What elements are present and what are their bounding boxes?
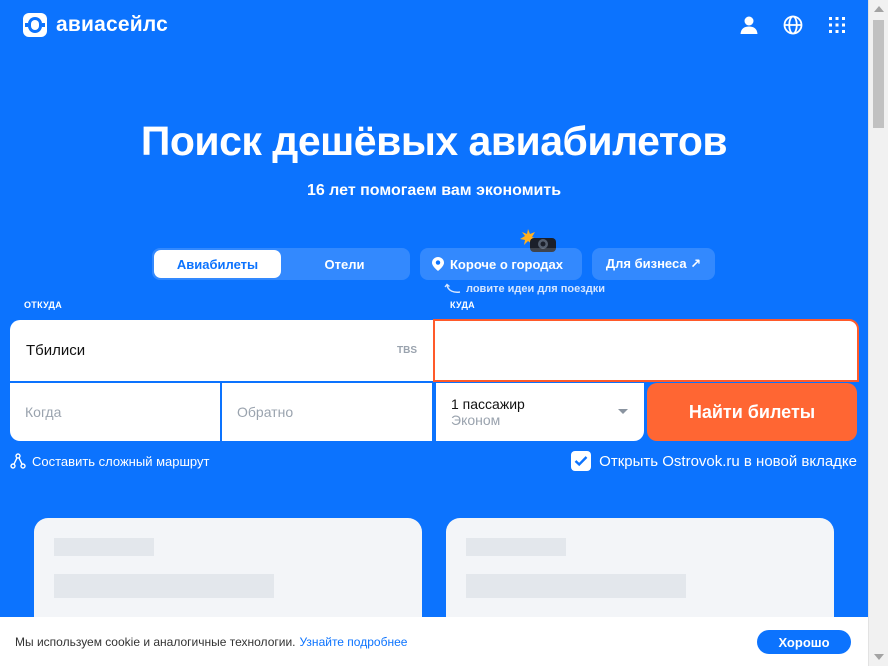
- cities-chip-label: Короче о городах: [450, 256, 563, 272]
- ostrovok-checkbox[interactable]: Открыть Ostrovok.ru в новой вкладке: [571, 451, 857, 471]
- logo-text: авиасейлс: [56, 13, 168, 36]
- tab-hotels[interactable]: Отели: [281, 250, 408, 278]
- logo[interactable]: авиасейлс: [22, 12, 168, 38]
- return-date-field[interactable]: Обратно: [222, 383, 432, 441]
- check-icon: [574, 456, 588, 467]
- header-actions: [738, 14, 848, 36]
- cabin-class: Эконом: [451, 412, 501, 428]
- cookie-learn-more-link[interactable]: Узнайте подробнее: [299, 635, 407, 649]
- tab-flights[interactable]: Авиабилеты: [154, 250, 281, 278]
- return-date-placeholder: Обратно: [237, 404, 294, 420]
- cities-chip[interactable]: Короче о городах: [420, 248, 582, 280]
- user-icon[interactable]: [738, 14, 760, 36]
- product-tabs: Авиабилеты Отели: [152, 248, 410, 280]
- skeleton-line: [54, 538, 154, 556]
- globe-icon[interactable]: [782, 14, 804, 36]
- origin-field[interactable]: Тбилиси TBS: [10, 320, 433, 381]
- cookie-text: Мы используем cookie и аналогичные техно…: [15, 634, 296, 649]
- to-label: КУДА: [450, 300, 475, 310]
- skeleton-line: [466, 574, 686, 598]
- checkbox[interactable]: [571, 451, 592, 471]
- business-chip[interactable]: Для бизнеса ↗: [592, 248, 715, 280]
- departure-date-field[interactable]: Когда: [10, 383, 220, 441]
- curved-arrow-icon: [444, 283, 461, 293]
- ostrovok-label: Открыть Ostrovok.ru в новой вкладке: [599, 452, 857, 470]
- complex-route-link[interactable]: Составить сложный маршрут: [10, 453, 209, 469]
- route-icon: [10, 453, 26, 469]
- chevron-down-icon: [618, 409, 628, 414]
- scroll-down-icon[interactable]: [874, 654, 884, 660]
- business-chip-label: Для бизнеса ↗: [605, 256, 702, 271]
- destination-field[interactable]: [433, 319, 859, 382]
- complex-route-label: Составить сложный маршрут: [32, 453, 210, 469]
- scrollbar-thumb[interactable]: [873, 20, 884, 128]
- departure-date-placeholder: Когда: [25, 404, 62, 420]
- passengers-select[interactable]: 1 пассажир Эконом: [434, 383, 644, 441]
- apps-grid-icon[interactable]: [826, 14, 848, 36]
- cities-hint-text: ловите идеи для поездки: [466, 283, 605, 295]
- skeleton-line: [466, 538, 566, 556]
- cookie-banner: Мы используем cookie и аналогичные техно…: [0, 617, 868, 666]
- page-title: Поиск дешёвых авиабилетов: [140, 118, 728, 164]
- scroll-up-icon[interactable]: [874, 6, 884, 12]
- page-subtitle: 16 лет помогаем вам экономить: [306, 182, 562, 199]
- origin-value: Тбилиси: [26, 342, 86, 359]
- cities-hint: ловите идеи для поездки: [444, 283, 605, 295]
- from-label: ОТКУДА: [24, 300, 63, 310]
- logo-icon: [23, 13, 47, 37]
- page: авиасейлс Поиск дешёвых авиабилетов 16 л…: [0, 0, 868, 666]
- location-pin-icon: [432, 257, 444, 271]
- cookie-accept-button[interactable]: Хорошо: [757, 630, 851, 654]
- skeleton-line: [54, 574, 274, 598]
- origin-code: TBS: [397, 345, 417, 356]
- scrollbar[interactable]: [868, 0, 888, 666]
- passengers-count: 1 пассажир: [451, 396, 525, 412]
- search-button[interactable]: Найти билеты: [647, 383, 857, 441]
